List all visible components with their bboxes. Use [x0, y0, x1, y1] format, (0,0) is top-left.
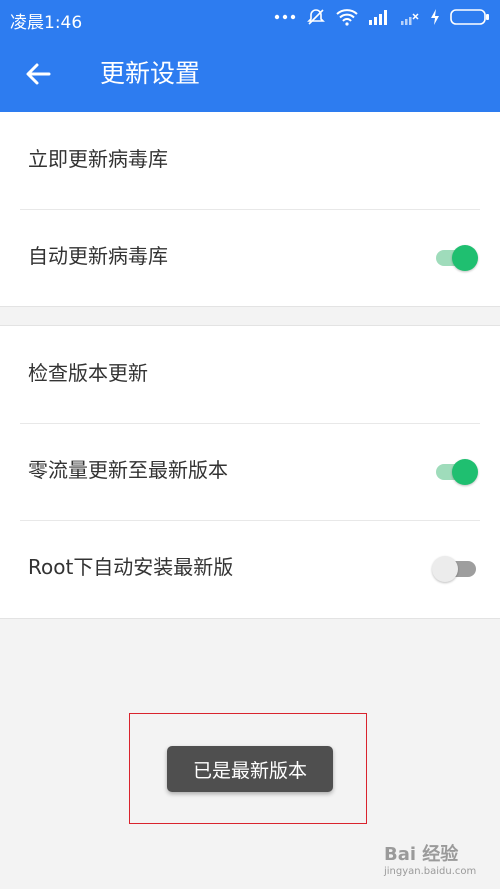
wifi-icon: [336, 9, 358, 26]
mute-icon: [307, 9, 325, 25]
watermark-url: jingyan.baidu.com: [384, 866, 477, 877]
setting-check-version[interactable]: 检查版本更新: [0, 326, 500, 423]
setting-auto-update-db[interactable]: 自动更新病毒库: [0, 209, 500, 306]
toggle-knob: [452, 459, 478, 485]
back-button[interactable]: [20, 56, 56, 92]
section-divider: [0, 306, 500, 307]
battery-icon: [450, 9, 489, 25]
signal-x-icon: [401, 13, 419, 25]
setting-root-auto-install[interactable]: Root下自动安装最新版: [0, 520, 500, 617]
zero-traffic-toggle[interactable]: [436, 459, 478, 485]
charging-icon: [431, 9, 439, 25]
settings-section-version: 检查版本更新 零流量更新至最新版本 Root下自动安装最新版: [0, 326, 500, 618]
toast-message: 已是最新版本: [167, 746, 333, 792]
more-dots-icon: [274, 14, 296, 20]
setting-label: 检查版本更新: [28, 361, 148, 385]
status-time: 凌晨1:46: [10, 13, 83, 33]
root-auto-install-toggle[interactable]: [432, 556, 478, 582]
setting-label: 零流量更新至最新版本: [28, 458, 228, 482]
status-bar: 凌晨1:46: [0, 0, 500, 36]
setting-label: 立即更新病毒库: [28, 147, 168, 171]
setting-update-now[interactable]: 立即更新病毒库: [0, 112, 500, 209]
watermark-logo: Bai 经验: [384, 844, 459, 865]
setting-zero-traffic-update[interactable]: 零流量更新至最新版本: [0, 423, 500, 520]
watermark: Bai 经验 jingyan.baidu.com: [384, 836, 494, 884]
status-icons: [274, 7, 490, 27]
auto-update-db-toggle[interactable]: [436, 245, 478, 271]
setting-label: 自动更新病毒库: [28, 244, 168, 268]
setting-label: Root下自动安装最新版: [28, 555, 234, 579]
toggle-knob: [432, 556, 458, 582]
toggle-knob: [452, 245, 478, 271]
settings-section-virus-db: 立即更新病毒库 自动更新病毒库: [0, 112, 500, 306]
section-divider: [0, 618, 500, 619]
page-title: 更新设置: [100, 59, 201, 88]
arrow-left-icon: [26, 63, 51, 85]
app-bar: 更新设置: [0, 36, 500, 112]
signal-icon: [369, 10, 387, 25]
